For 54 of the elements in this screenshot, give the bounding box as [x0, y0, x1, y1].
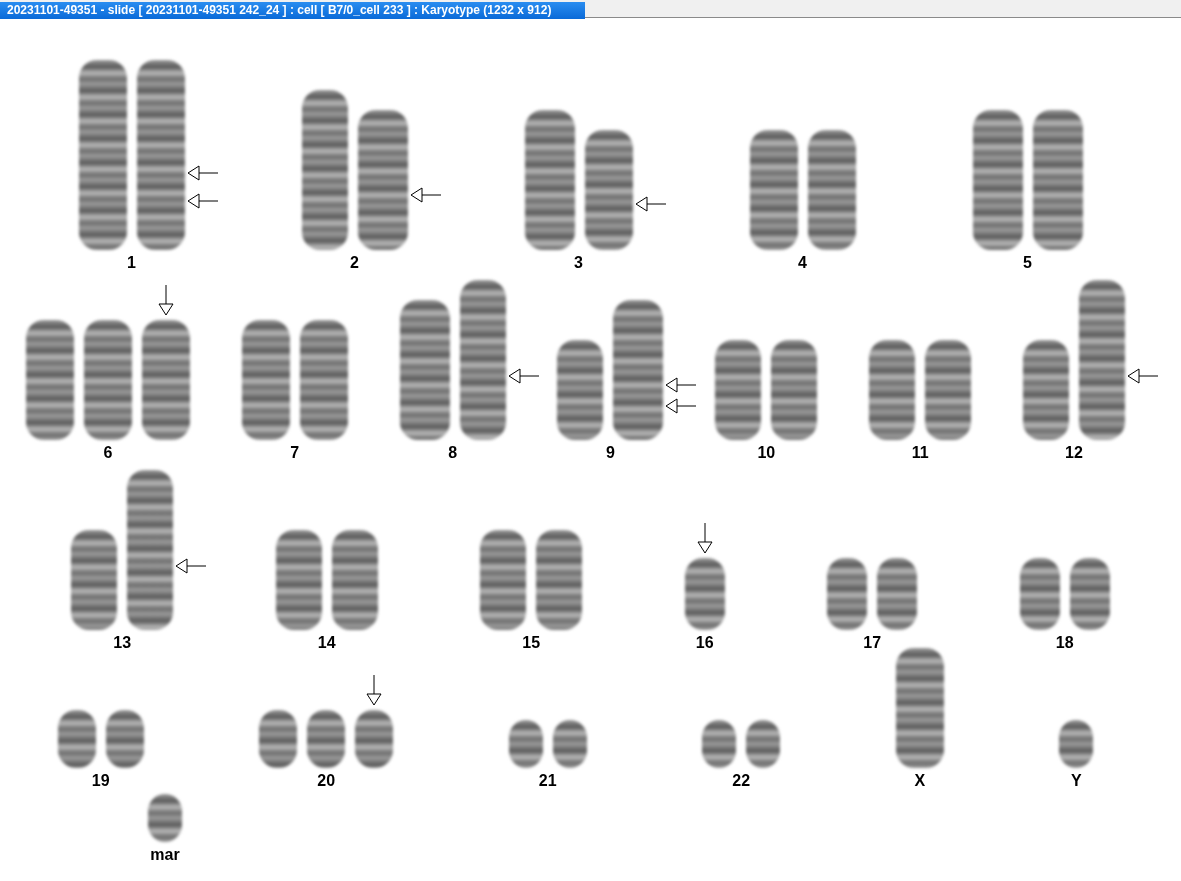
chromosome-label: 16 — [695, 634, 714, 652]
arrow-icon — [157, 284, 174, 316]
chromosome — [508, 720, 543, 768]
arrow-icon — [409, 187, 442, 203]
arrow-icon — [186, 165, 219, 181]
chromosome-label: 2 — [350, 254, 359, 272]
chromosome-label: 6 — [103, 444, 113, 462]
chromosome-label: 13 — [113, 634, 132, 652]
chromosome-label: 8 — [448, 444, 458, 462]
window-title: 20231101-49351 - slide [ 20231101-49351 242_24 ] : cell [ B7/0_cell 233 ] : Karyotype (1232 x 912) — [0, 2, 585, 19]
chromosome-label: 11 — [911, 444, 929, 462]
chromosome-label: 21 — [538, 772, 557, 790]
chromosome-label: 14 — [317, 634, 336, 652]
chromosome-label: 18 — [1055, 634, 1074, 652]
chromosome-label: 9 — [606, 444, 615, 462]
chromosome-label: 20 — [317, 772, 336, 790]
arrow-icon — [175, 558, 208, 574]
chromosome — [1059, 720, 1094, 768]
chromosome-label: 5 — [1023, 254, 1032, 272]
arrow-icon — [366, 674, 383, 706]
arrow-icon — [696, 522, 713, 554]
chromosome — [259, 710, 298, 768]
arrow-icon — [186, 193, 219, 209]
chromosome-label: X — [914, 772, 926, 790]
chromosome — [105, 710, 144, 768]
chromosome-label: 10 — [757, 444, 776, 462]
chromosome — [1019, 558, 1060, 630]
chromosome — [307, 710, 346, 768]
chromosome-label: Y — [1070, 772, 1082, 790]
chromosome — [877, 558, 918, 630]
chromosome-label: 12 — [1065, 444, 1083, 462]
arrow-icon — [665, 377, 698, 393]
arrow-icon — [1127, 368, 1159, 384]
chromosome-label: 15 — [522, 634, 541, 652]
chromosome-label: 4 — [798, 254, 807, 272]
chromosome — [746, 720, 781, 768]
chromosome — [702, 720, 737, 768]
chromosome-label: 22 — [732, 772, 751, 790]
arrow-icon — [507, 368, 540, 384]
chromosome-label: 17 — [863, 634, 882, 652]
chromosome-label: 7 — [290, 444, 300, 462]
chromosome — [1069, 558, 1110, 630]
chromosome-label: mar — [150, 846, 180, 864]
chromosome — [57, 710, 96, 768]
arrow-icon — [665, 398, 698, 414]
chromosome — [684, 558, 725, 630]
chromosome — [355, 710, 394, 768]
chromosome — [552, 720, 587, 768]
chromosome-label: 1 — [127, 254, 136, 272]
chromosome-label: 3 — [574, 254, 583, 272]
chromosome — [148, 794, 182, 842]
chromosome — [827, 558, 868, 630]
chromosome-label: 19 — [91, 772, 110, 790]
arrow-icon — [634, 196, 667, 212]
